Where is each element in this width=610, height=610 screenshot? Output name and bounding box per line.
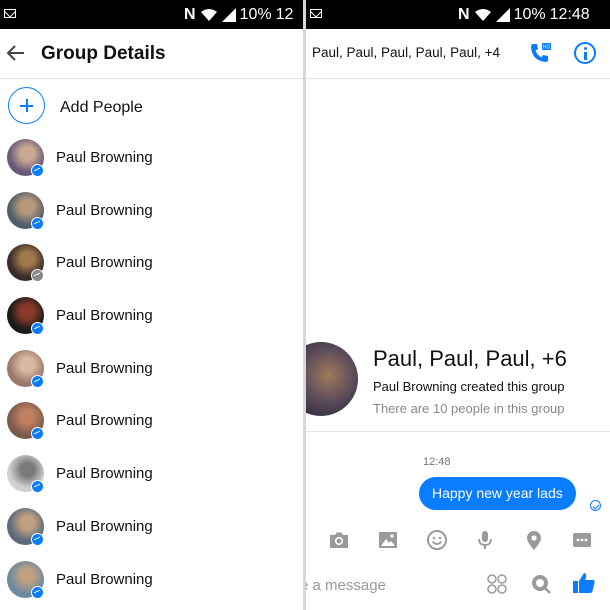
camera-icon[interactable] xyxy=(328,529,350,551)
thumbs-up-icon[interactable] xyxy=(572,571,596,595)
list-item[interactable]: Paul Browning xyxy=(0,342,303,395)
page-title: Group Details xyxy=(41,43,166,64)
list-item[interactable]: Paul Browning xyxy=(0,236,303,289)
messenger-badge-icon xyxy=(31,585,44,599)
image-icon[interactable] xyxy=(377,529,399,551)
group-avatar xyxy=(306,342,358,416)
message-composer xyxy=(306,565,610,605)
sticker-icon[interactable] xyxy=(486,573,508,595)
signal-icon xyxy=(495,8,510,22)
battery-text: 10% xyxy=(513,6,546,23)
message-input[interactable] xyxy=(306,573,480,597)
messenger-badge-icon xyxy=(31,480,44,494)
battery-text: 10% xyxy=(239,6,272,23)
person-name: Paul Browning xyxy=(56,149,153,166)
group-count-text: There are 10 people in this group xyxy=(373,401,565,416)
composer-toolbar xyxy=(306,525,610,555)
person-name: Paul Browning xyxy=(56,465,153,483)
emoji-icon[interactable] xyxy=(426,529,448,551)
list-item[interactable]: Paul Browning xyxy=(0,553,303,606)
svg-text:HD: HD xyxy=(543,44,551,50)
hd-call-icon[interactable]: HD xyxy=(528,41,552,65)
messenger-badge-icon xyxy=(31,322,44,336)
info-icon[interactable] xyxy=(574,42,596,64)
back-arrow-icon[interactable] xyxy=(6,43,26,63)
person-name: Paul Browning xyxy=(56,570,153,588)
more-icon[interactable] xyxy=(571,529,593,551)
mic-icon[interactable] xyxy=(474,529,496,551)
messenger-badge-icon xyxy=(31,216,44,230)
wifi-icon xyxy=(474,8,492,22)
clock-text: 12:48 xyxy=(549,6,590,23)
group-summary: Paul, Paul, Paul, +6 Paul Browning creat… xyxy=(306,340,610,432)
plus-icon xyxy=(8,87,45,124)
list-item[interactable]: Paul Browning xyxy=(0,500,303,553)
person-name: Paul Browning xyxy=(56,201,153,219)
message-timestamp: 12:48 xyxy=(423,456,451,468)
list-item[interactable]: Paul Browning xyxy=(0,447,303,500)
clock-text: 12 xyxy=(275,6,294,23)
status-bar: N 10% 12 xyxy=(0,0,303,29)
status-bar: N 10% 12:48 xyxy=(306,0,610,29)
messenger-badge-icon xyxy=(31,427,44,441)
list-item[interactable]: Paul Browning xyxy=(0,289,303,342)
wifi-icon xyxy=(200,8,218,22)
mail-icon xyxy=(4,9,16,18)
search-gif-icon[interactable] xyxy=(530,573,552,595)
person-name: Paul Browning xyxy=(56,412,153,430)
messenger-badge-icon xyxy=(31,374,44,388)
nfc-icon: N xyxy=(184,6,196,23)
person-name: Paul Browning xyxy=(56,517,153,535)
people-list: Paul Browning Paul Browning Paul Brownin… xyxy=(0,131,303,605)
list-item[interactable]: Paul Browning xyxy=(0,394,303,447)
list-item[interactable]: Paul Browning xyxy=(0,184,303,237)
mail-icon xyxy=(310,9,322,18)
conversation-title[interactable]: Paul, Paul, Paul, Paul, Paul, +4 xyxy=(312,45,500,60)
group-created-text: Paul Browning created this group xyxy=(373,379,565,394)
sent-check-icon xyxy=(590,500,601,511)
list-item[interactable]: Paul Browning xyxy=(0,131,303,184)
messenger-badge-icon xyxy=(31,164,44,177)
person-name: Paul Browning xyxy=(56,254,153,272)
message-bubble[interactable]: Happy new year lads xyxy=(419,477,576,510)
header: Group Details xyxy=(0,29,303,79)
conversation-panel: N 10% 12:48 Paul, Paul, Paul, Paul, Paul… xyxy=(306,0,610,610)
signal-icon xyxy=(221,8,236,22)
header: Paul, Paul, Paul, Paul, Paul, +4 HD xyxy=(306,29,610,79)
person-name: Paul Browning xyxy=(56,359,153,377)
group-details-panel: N 10% 12 Group Details Add People Paul B… xyxy=(0,0,303,610)
add-people-button[interactable]: Add People xyxy=(0,84,303,130)
add-people-label: Add People xyxy=(60,99,143,116)
location-icon[interactable] xyxy=(523,529,545,551)
nfc-icon: N xyxy=(458,6,470,23)
facebook-badge-icon xyxy=(31,269,44,283)
group-name: Paul, Paul, Paul, +6 xyxy=(373,346,567,371)
person-name: Paul Browning xyxy=(56,307,153,325)
messenger-badge-icon xyxy=(31,532,44,546)
